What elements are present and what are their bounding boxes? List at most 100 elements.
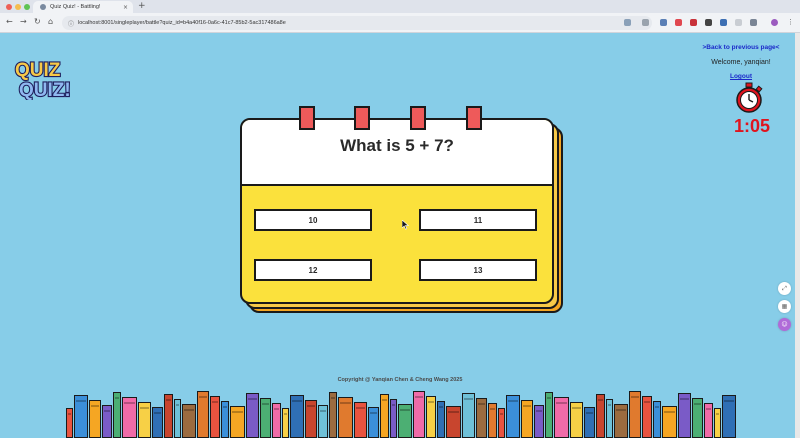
puzzle-icon[interactable]: [750, 19, 757, 26]
book-spine: [113, 392, 121, 438]
address-bar[interactable]: ⓘ localhost:8001/singleplayer/battle?qui…: [62, 16, 652, 30]
info-icon[interactable]: ⓘ: [68, 19, 74, 28]
new-tab-button[interactable]: +: [138, 1, 146, 12]
book-spine: [545, 392, 553, 438]
binder-ring: [299, 106, 315, 130]
book-spine: [318, 405, 328, 438]
close-window-button[interactable]: [6, 4, 12, 10]
book-spine: [305, 400, 317, 438]
book-spine: [488, 403, 497, 438]
book-spine: [446, 406, 461, 438]
book-spine: [506, 395, 520, 438]
book-spine: [272, 403, 281, 438]
answer-button[interactable]: 13: [419, 259, 537, 281]
book-spine: [570, 402, 583, 438]
book-spine: [534, 405, 544, 438]
back-to-previous-link[interactable]: >Back to previous page<: [696, 44, 786, 51]
quiz-quiz-logo[interactable]: QUIZ QUIZ!: [12, 56, 78, 100]
translate-icon[interactable]: [624, 19, 631, 26]
book-spine: [246, 393, 259, 438]
extension-icon[interactable]: [705, 19, 712, 26]
profile-avatar[interactable]: [771, 19, 778, 26]
book-spine: [152, 407, 163, 438]
book-spine: [174, 399, 181, 438]
answer-button[interactable]: 11: [419, 209, 537, 231]
book-spine: [89, 400, 101, 438]
book-spine: [462, 393, 475, 438]
book-spine: [230, 406, 245, 438]
question-text: What is 5 + 7?: [340, 136, 454, 155]
timer-countdown: 1:05: [733, 116, 771, 136]
book-spine: [329, 392, 337, 438]
book-spine: [282, 408, 289, 438]
extension-icon[interactable]: [690, 19, 697, 26]
minimize-window-button[interactable]: [15, 4, 21, 10]
extension-icon[interactable]: [735, 19, 742, 26]
logout-link[interactable]: Logout: [696, 73, 786, 80]
bookmark-star-icon[interactable]: [642, 19, 649, 26]
book-spine: [596, 394, 605, 438]
book-spine: [704, 403, 713, 438]
question-panel: What is 5 + 7?: [242, 120, 552, 186]
book-spine: [390, 399, 397, 438]
book-spine: [210, 396, 220, 438]
quiz-card: What is 5 + 7? 10 11 12 13: [240, 118, 554, 304]
close-tab-icon[interactable]: ×: [123, 4, 128, 11]
book-spine: [642, 396, 652, 438]
book-spine: [197, 391, 209, 438]
book-spine: [678, 393, 691, 438]
book-spine: [398, 404, 412, 438]
menu-icon[interactable]: ⋮: [787, 19, 794, 26]
book-spine: [476, 398, 487, 438]
book-spine: [368, 407, 379, 438]
expand-icon[interactable]: ⤢: [778, 282, 791, 295]
book-spine: [164, 394, 173, 438]
book-spine: [653, 401, 661, 438]
book-spine: [584, 407, 595, 438]
svg-text:QUIZ!: QUIZ!: [19, 80, 71, 100]
book-spine: [554, 397, 569, 438]
binder-ring: [354, 106, 370, 130]
reload-button[interactable]: ↻: [34, 16, 41, 28]
book-spine: [102, 405, 112, 438]
book-spine: [380, 394, 389, 438]
tab-strip: Quiz Quiz! - Battling! × +: [0, 0, 800, 13]
book-spine: [260, 398, 271, 438]
svg-text:QUIZ: QUIZ: [15, 60, 61, 81]
binder-ring: [466, 106, 482, 130]
bookshelf-illustration: [0, 388, 800, 438]
answer-button[interactable]: 12: [254, 259, 372, 281]
maximize-window-button[interactable]: [24, 4, 30, 10]
browser-toolbar: ← → ↻ ⌂ ⓘ localhost:8001/singleplayer/ba…: [0, 13, 800, 33]
back-button[interactable]: ←: [6, 16, 13, 28]
book-spine: [662, 406, 677, 438]
home-button[interactable]: ⌂: [48, 16, 53, 28]
translate-icon[interactable]: ☺: [778, 318, 791, 331]
book-spine: [629, 391, 641, 438]
book-spine: [66, 408, 73, 438]
extension-icon[interactable]: [720, 19, 727, 26]
book-spine: [182, 404, 196, 438]
book-spine: [614, 404, 628, 438]
book-spine: [437, 401, 445, 438]
answer-button[interactable]: 10: [254, 209, 372, 231]
user-panel: >Back to previous page< Welcome, yanqian…: [696, 44, 786, 80]
book-spine: [413, 391, 425, 438]
browser-tab[interactable]: Quiz Quiz! - Battling! ×: [33, 1, 133, 13]
extension-icon[interactable]: [660, 19, 667, 26]
scrollbar[interactable]: [795, 33, 800, 438]
book-spine: [722, 395, 736, 438]
book-spine: [338, 397, 353, 438]
qr-icon[interactable]: ▦: [778, 300, 791, 313]
book-spine: [221, 401, 229, 438]
book-spine: [426, 396, 436, 438]
book-spine: [138, 402, 151, 438]
book-spine: [606, 399, 613, 438]
copyright-text: Copyright @ Yanqian Chen & Cheng Wang 20…: [337, 377, 463, 383]
mouse-cursor-icon: [402, 220, 410, 230]
tab-title: Quiz Quiz! - Battling!: [50, 4, 101, 10]
book-spine: [122, 397, 137, 438]
extension-icon[interactable]: [675, 19, 682, 26]
book-spine: [290, 395, 304, 438]
forward-button[interactable]: →: [20, 16, 27, 28]
